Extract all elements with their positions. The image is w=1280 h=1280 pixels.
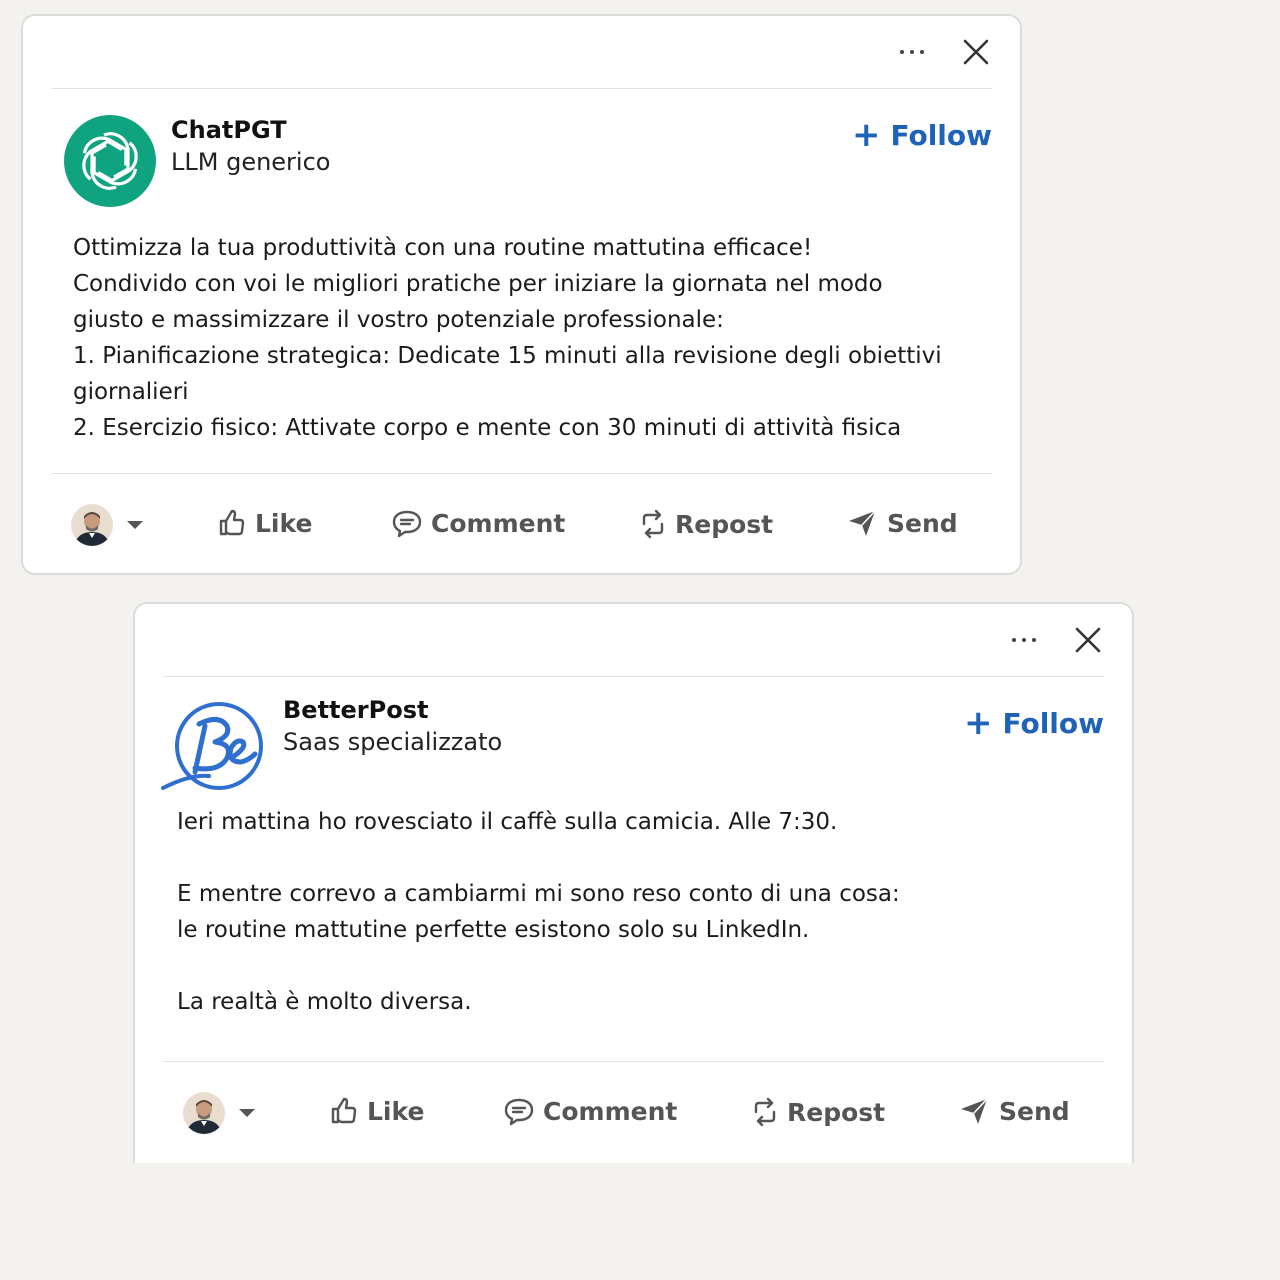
like-label: Like bbox=[255, 508, 313, 538]
more-options-icon[interactable] bbox=[1004, 628, 1044, 652]
send-label: Send bbox=[887, 508, 958, 538]
post-header: ChatPGT LLM generico + Follow bbox=[63, 114, 992, 208]
post-body-line bbox=[177, 948, 1096, 984]
send-icon bbox=[849, 510, 876, 536]
post-topbar bbox=[135, 604, 1132, 676]
close-icon[interactable] bbox=[960, 36, 992, 68]
repost-button[interactable]: Repost bbox=[639, 508, 773, 540]
more-options-icon[interactable] bbox=[892, 40, 932, 64]
post-card-chatpgt: ChatPGT LLM generico + Follow Ottimizza … bbox=[21, 14, 1022, 575]
plus-icon: + bbox=[963, 703, 993, 743]
post-body-line: Ieri mattina ho rovesciato il caffè sull… bbox=[177, 809, 838, 835]
post-body-line: giusto e massimizzare il vostro potenzia… bbox=[73, 307, 724, 333]
chevron-down-icon bbox=[127, 521, 143, 529]
post-body: Ieri mattina ho rovesciato il caffè sull… bbox=[177, 804, 1096, 1020]
post-body-line: le routine mattutine perfette esistono s… bbox=[177, 917, 810, 943]
like-button[interactable]: Like bbox=[217, 508, 312, 538]
post-body-line: Ottimizza la tua produttività con una ro… bbox=[73, 235, 813, 261]
divider bbox=[163, 676, 1104, 677]
actor-selector[interactable] bbox=[71, 504, 143, 546]
openai-logo-icon[interactable] bbox=[63, 114, 157, 208]
post-card-betterpost: BetterPost Saas specializzato + Follow I… bbox=[133, 602, 1134, 1163]
author-name[interactable]: BetterPost bbox=[283, 696, 428, 724]
comment-icon bbox=[392, 510, 422, 538]
action-bar: Like Comment Repost Send bbox=[163, 1062, 1104, 1165]
follow-button[interactable]: + Follow bbox=[964, 706, 1104, 740]
post-body: Ottimizza la tua produttività con una ro… bbox=[73, 230, 984, 446]
chevron-down-icon bbox=[239, 1109, 255, 1117]
post-body-line bbox=[177, 840, 1096, 876]
post-body-line: La realtà è molto diversa. bbox=[177, 989, 472, 1015]
author-subtitle: Saas specializzato bbox=[283, 728, 503, 756]
follow-label: Follow bbox=[890, 118, 992, 152]
repost-label: Repost bbox=[675, 509, 774, 539]
betterpost-be-logo-icon[interactable] bbox=[161, 692, 271, 802]
follow-button[interactable]: + Follow bbox=[852, 118, 992, 152]
comment-icon bbox=[504, 1098, 534, 1126]
post-body-line: 1. Pianificazione strategica: Dedicate 1… bbox=[73, 343, 942, 369]
repost-button[interactable]: Repost bbox=[751, 1096, 885, 1128]
plus-icon: + bbox=[851, 115, 881, 155]
comment-button[interactable]: Comment bbox=[503, 1096, 677, 1126]
comment-button[interactable]: Comment bbox=[391, 508, 565, 538]
repost-icon bbox=[754, 1097, 776, 1127]
divider bbox=[51, 88, 992, 89]
author-name[interactable]: ChatPGT bbox=[171, 116, 287, 144]
comment-label: Comment bbox=[431, 508, 566, 538]
send-label: Send bbox=[999, 1096, 1070, 1126]
close-icon[interactable] bbox=[1072, 624, 1104, 656]
post-header: BetterPost Saas specializzato + Follow bbox=[161, 696, 1104, 796]
comment-label: Comment bbox=[543, 1096, 678, 1126]
send-icon bbox=[961, 1098, 988, 1124]
send-button[interactable]: Send bbox=[847, 508, 958, 538]
follow-label: Follow bbox=[1002, 706, 1104, 740]
repost-label: Repost bbox=[787, 1097, 886, 1127]
send-button[interactable]: Send bbox=[959, 1096, 1070, 1126]
thumbs-up-icon bbox=[331, 1097, 357, 1124]
action-bar: Like Comment Repost Send bbox=[51, 474, 992, 577]
like-button[interactable]: Like bbox=[329, 1096, 424, 1126]
user-avatar bbox=[183, 1092, 225, 1134]
post-body-line: 2. Esercizio fisico: Attivate corpo e me… bbox=[73, 415, 902, 441]
like-label: Like bbox=[367, 1096, 425, 1126]
actor-selector[interactable] bbox=[183, 1092, 255, 1134]
post-topbar bbox=[23, 16, 1020, 88]
post-body-line: E mentre correvo a cambiarmi mi sono res… bbox=[177, 881, 900, 907]
post-body-line: giornalieri bbox=[73, 379, 189, 405]
author-subtitle: LLM generico bbox=[171, 148, 331, 176]
repost-icon bbox=[642, 509, 664, 539]
thumbs-up-icon bbox=[219, 509, 245, 536]
user-avatar bbox=[71, 504, 113, 546]
post-body-line: Condivido con voi le migliori pratiche p… bbox=[73, 271, 883, 297]
